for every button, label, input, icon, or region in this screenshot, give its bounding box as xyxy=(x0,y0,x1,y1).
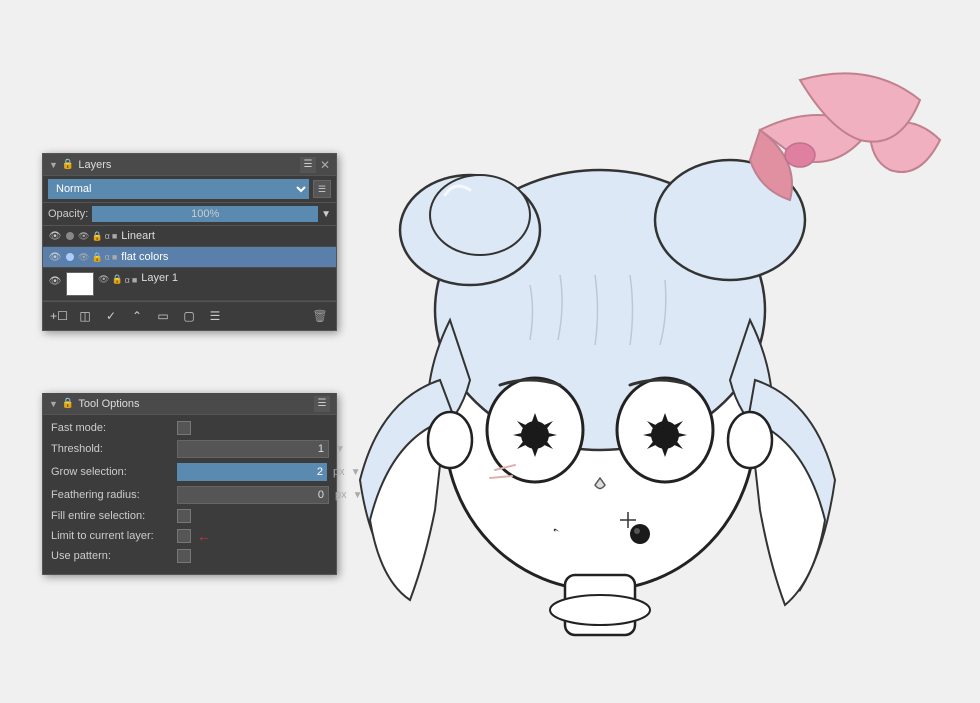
duplicate-layer-button[interactable]: ▭ xyxy=(152,306,174,326)
tool-options-menu-button[interactable]: ☰ xyxy=(314,396,330,412)
opacity-row: Opacity: 100% ▼ xyxy=(43,203,336,226)
threshold-arrow: ▼ xyxy=(335,444,345,455)
layers-collapse-triangle[interactable]: ▼ xyxy=(49,160,58,170)
layer-item-flatcolors[interactable]: 👁 👁 🔒 α ■ flat colors xyxy=(43,247,336,268)
layer-name-flatcolors: flat colors xyxy=(121,251,331,263)
layers-lock-icon: 🔒 xyxy=(62,159,74,170)
fill-label: Fill entire selection: xyxy=(51,510,171,522)
add-layer-button[interactable]: +☐ xyxy=(48,306,70,326)
opacity-arrow: ▼ xyxy=(321,209,331,220)
threshold-input[interactable] xyxy=(177,440,329,458)
layer-icon3-lineart: α xyxy=(105,231,110,241)
tool-options-title: Tool Options xyxy=(78,398,310,410)
layer-icon1-layer1: 👁 xyxy=(98,274,109,285)
layer-chain-lineart xyxy=(66,232,74,240)
pattern-label: Use pattern: xyxy=(51,550,171,562)
fastmode-label: Fast mode: xyxy=(51,422,171,434)
layers-panel-titlebar: ▼ 🔒 Layers ☰ ✕ xyxy=(43,154,336,176)
layer-icon3-layer1: α xyxy=(125,275,130,285)
tool-options-body: Fast mode: Threshold: ▼ Grow selection: … xyxy=(43,415,336,574)
blend-mode-select[interactable]: Normal xyxy=(48,179,309,199)
option-row-fastmode: Fast mode: xyxy=(51,421,328,435)
opacity-container: 100% xyxy=(92,206,318,222)
option-row-grow: Grow selection: px ▼ xyxy=(51,463,328,481)
canvas: ▼ 🔒 Layers ☰ ✕ Normal ☰ Opacity: 100% ▼ xyxy=(0,0,980,703)
layer-icon2-lineart: 🔒 xyxy=(91,231,102,242)
layers-panel-title: Layers xyxy=(78,159,296,171)
tool-options-panel: ▼ 🔒 Tool Options ☰ Fast mode: Threshold:… xyxy=(42,393,337,575)
move-down-button[interactable]: ✓ xyxy=(100,306,122,326)
layer-name-layer1: Layer 1 xyxy=(141,272,331,284)
layer-name-lineart: Lineart xyxy=(121,230,331,242)
eye-icon-lineart: 👁 xyxy=(49,231,62,242)
fill-checkbox[interactable] xyxy=(177,509,191,523)
feather-input[interactable] xyxy=(177,486,329,504)
layer-icon4-flatcolors: ■ xyxy=(112,252,117,262)
opacity-label: Opacity: xyxy=(48,208,88,220)
merge-layer-button[interactable]: ☰ xyxy=(204,306,226,326)
artwork xyxy=(0,0,980,703)
eye-icon-flatcolors: 👁 xyxy=(49,252,62,263)
layer-icon4-layer1: ■ xyxy=(132,275,137,285)
blend-mode-row: Normal ☰ xyxy=(43,176,336,203)
layer-toolbar: +☐ ◫ ✓ ⌃ ▭ ▢ ☰ 🗑 xyxy=(43,301,336,330)
tool-options-collapse[interactable]: ▼ xyxy=(49,399,58,409)
feather-unit: px xyxy=(335,489,347,501)
option-row-fill: Fill entire selection: xyxy=(51,509,328,523)
limit-checkbox[interactable] xyxy=(177,529,191,543)
group-layer-button[interactable]: ◫ xyxy=(74,306,96,326)
red-arrow-indicator: ← xyxy=(197,528,211,544)
feather-arrow: ▼ xyxy=(353,490,363,501)
layers-close-button[interactable]: ✕ xyxy=(320,159,330,171)
layers-panel: ▼ 🔒 Layers ☰ ✕ Normal ☰ Opacity: 100% ▼ xyxy=(42,153,337,331)
layer-item-lineart[interactable]: 👁 👁 🔒 α ■ Lineart xyxy=(43,226,336,247)
layer-icons-lineart: 👁 🔒 α ■ xyxy=(78,231,117,242)
grow-input[interactable] xyxy=(177,463,327,481)
layers-list: 👁 👁 🔒 α ■ Lineart 👁 👁 � xyxy=(43,226,336,301)
limit-label: Limit to current layer: xyxy=(51,530,171,542)
pattern-checkbox[interactable] xyxy=(177,549,191,563)
grow-unit: px xyxy=(333,466,345,478)
move-up-button[interactable]: ⌃ xyxy=(126,306,148,326)
grow-arrow: ▼ xyxy=(351,467,361,478)
layer-thumb-layer1 xyxy=(66,272,94,296)
option-row-feather: Feathering radius: px ▼ xyxy=(51,486,328,504)
layer-icon2-flatcolors: 🔒 xyxy=(91,252,102,263)
blend-menu-btn[interactable]: ☰ xyxy=(313,180,331,198)
option-row-limit: Limit to current layer: ← xyxy=(51,528,328,544)
layer-icon4-lineart: ■ xyxy=(112,231,117,241)
tool-options-lock-icon: 🔒 xyxy=(62,398,74,409)
layer-icons-flatcolors: 👁 🔒 α ■ xyxy=(78,252,117,263)
layer-chain-flatcolors xyxy=(66,253,74,261)
layer-visibility-layer1[interactable]: 👁 xyxy=(48,274,62,288)
layer-icon2-layer1: 🔒 xyxy=(111,274,122,285)
anchor-layer-button[interactable]: ▢ xyxy=(178,306,200,326)
fastmode-checkbox[interactable] xyxy=(177,421,191,435)
eye-icon-layer1: 👁 xyxy=(49,276,62,287)
threshold-label: Threshold: xyxy=(51,443,171,455)
option-row-threshold: Threshold: ▼ xyxy=(51,440,328,458)
layer-item-layer1[interactable]: 👁 👁 🔒 α ■ Layer 1 xyxy=(43,268,336,301)
opacity-bar[interactable] xyxy=(92,206,318,222)
option-row-pattern: Use pattern: xyxy=(51,549,328,563)
layer-visibility-lineart[interactable]: 👁 xyxy=(48,229,62,243)
layer-visibility-flatcolors[interactable]: 👁 xyxy=(48,250,62,264)
layer-icon1-lineart: 👁 xyxy=(78,231,89,242)
grow-label: Grow selection: xyxy=(51,466,171,478)
layer-icon3-flatcolors: α xyxy=(105,252,110,262)
layers-menu-button[interactable]: ☰ xyxy=(300,157,316,173)
delete-layer-button[interactable]: 🗑 xyxy=(309,306,331,326)
tool-options-titlebar: ▼ 🔒 Tool Options ☰ xyxy=(43,393,336,415)
feather-label: Feathering radius: xyxy=(51,489,171,501)
layer-icons-layer1: 👁 🔒 α ■ xyxy=(98,274,137,285)
layer-icon1-flatcolors: 👁 xyxy=(78,252,89,263)
